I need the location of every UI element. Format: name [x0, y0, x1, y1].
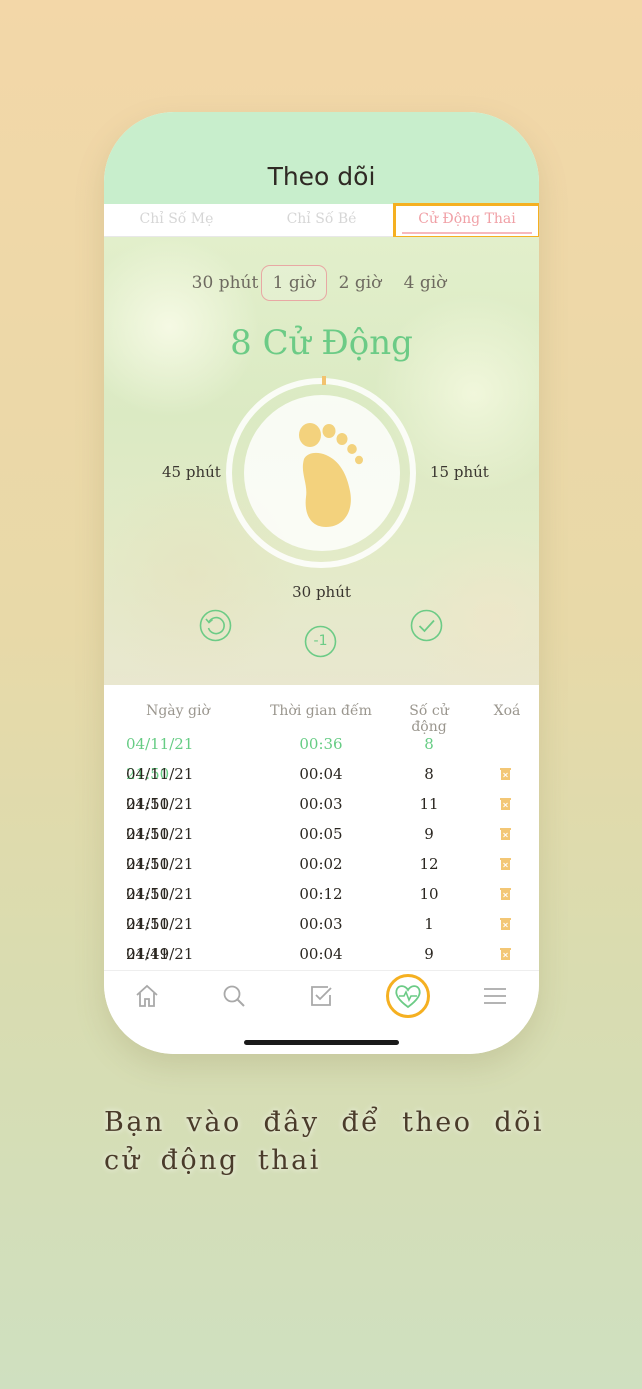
- column-header-duration: Thời gian đếm: [270, 703, 372, 719]
- trash-icon[interactable]: [500, 947, 511, 960]
- cell-count: 9: [424, 945, 434, 963]
- home-indicator: [244, 1040, 399, 1045]
- time-option-1-hour[interactable]: 1 giờ: [261, 265, 327, 301]
- menu-icon[interactable]: [480, 981, 510, 1011]
- heart-pulse-icon: [395, 985, 421, 1009]
- trash-icon[interactable]: [500, 887, 511, 900]
- cell-duration: 00:04: [299, 765, 343, 783]
- table-row: 04/11/21 21:50 00:36 8: [104, 729, 539, 783]
- time-option-30-min[interactable]: 30 phút: [190, 265, 260, 301]
- cell-count: 12: [419, 855, 439, 873]
- minus-one-button[interactable]: -1: [304, 625, 337, 658]
- tab-cu-dong-thai[interactable]: Cử Động Thai: [393, 203, 539, 239]
- history-table: Ngày giờ Thời gian đếm Số cử động Xoá 04…: [104, 685, 539, 993]
- cell-duration: 00:02: [299, 855, 343, 873]
- dial-label-15-min: 15 phút: [430, 463, 489, 481]
- caption-text: Bạn vào đây để theo dõi cử động thai: [104, 1107, 544, 1176]
- table-row: 04/11/21 21:50 00:04 8: [104, 759, 539, 813]
- tab-cu-dong-thai-label: Cử Động Thai: [418, 211, 516, 227]
- trash-icon[interactable]: [500, 857, 511, 870]
- app-header: Theo dõi: [104, 112, 539, 204]
- kick-counter-panel: 30 phút 1 giờ 2 giờ 4 giờ 8 Cử Động 45 p…: [104, 237, 539, 685]
- column-header-delete: Xoá: [493, 703, 521, 719]
- page-title: Theo dõi: [267, 162, 376, 191]
- trash-icon[interactable]: [500, 797, 511, 810]
- phone-frame: Theo dõi Chỉ Số Mẹ Chỉ Số Bé Cử Động Tha…: [104, 112, 539, 1054]
- cell-duration: 00:03: [299, 915, 343, 933]
- cell-count: 10: [419, 885, 439, 903]
- refresh-icon[interactable]: [199, 609, 232, 642]
- table-row: 04/11/21 21:49 00:03 1: [104, 909, 539, 963]
- dial-label-30-min: 30 phút: [292, 583, 351, 601]
- checklist-icon[interactable]: [306, 981, 336, 1011]
- cell-duration: 00:04: [299, 945, 343, 963]
- cell-count: 8: [424, 765, 434, 783]
- tab-tracking[interactable]: [386, 974, 430, 1018]
- cell-duration: 00:03: [299, 795, 343, 813]
- search-icon[interactable]: [219, 981, 249, 1011]
- check-icon[interactable]: [410, 609, 443, 642]
- table-row: 04/11/21 21:50 00:03 11: [104, 789, 539, 843]
- table-row: 04/11/21 21:50 00:05 9: [104, 819, 539, 873]
- segment-tabs: Chỉ Số Mẹ Chỉ Số Bé Cử Động Thai: [104, 203, 539, 239]
- home-icon[interactable]: [132, 981, 162, 1011]
- time-option-2-hours[interactable]: 2 giờ: [330, 265, 390, 301]
- table-row: 04/11/21 21:50 00:02 12: [104, 849, 539, 903]
- tab-chi-so-me[interactable]: Chỉ Số Mẹ: [104, 204, 249, 236]
- cell-duration: 00:12: [299, 885, 343, 903]
- trash-icon[interactable]: [500, 917, 511, 930]
- cell-duration: 00:36: [299, 735, 343, 753]
- minus-one-label: -1: [313, 633, 328, 649]
- cell-count: 11: [419, 795, 439, 813]
- trash-icon[interactable]: [500, 767, 511, 780]
- time-option-4-hours[interactable]: 4 giờ: [395, 265, 455, 301]
- cell-count: 9: [424, 825, 434, 843]
- column-header-datetime: Ngày giờ: [146, 703, 210, 719]
- table-row: 04/11/21 21:50 00:12 10: [104, 879, 539, 933]
- active-tab-underline: [402, 232, 532, 234]
- dial-progress-tick: [322, 376, 326, 385]
- kick-count: 8 Cử Động: [230, 323, 413, 363]
- cell-count: 1: [424, 915, 434, 933]
- trash-icon[interactable]: [500, 827, 511, 840]
- baby-foot-icon: [299, 423, 363, 527]
- cell-duration: 00:05: [299, 825, 343, 843]
- table-row: 04/11/21 19:54 00:04 9: [104, 939, 539, 993]
- tab-chi-so-be[interactable]: Chỉ Số Bé: [249, 204, 394, 236]
- cell-count: 8: [424, 735, 434, 753]
- dial-label-45-min: 45 phút: [162, 463, 221, 481]
